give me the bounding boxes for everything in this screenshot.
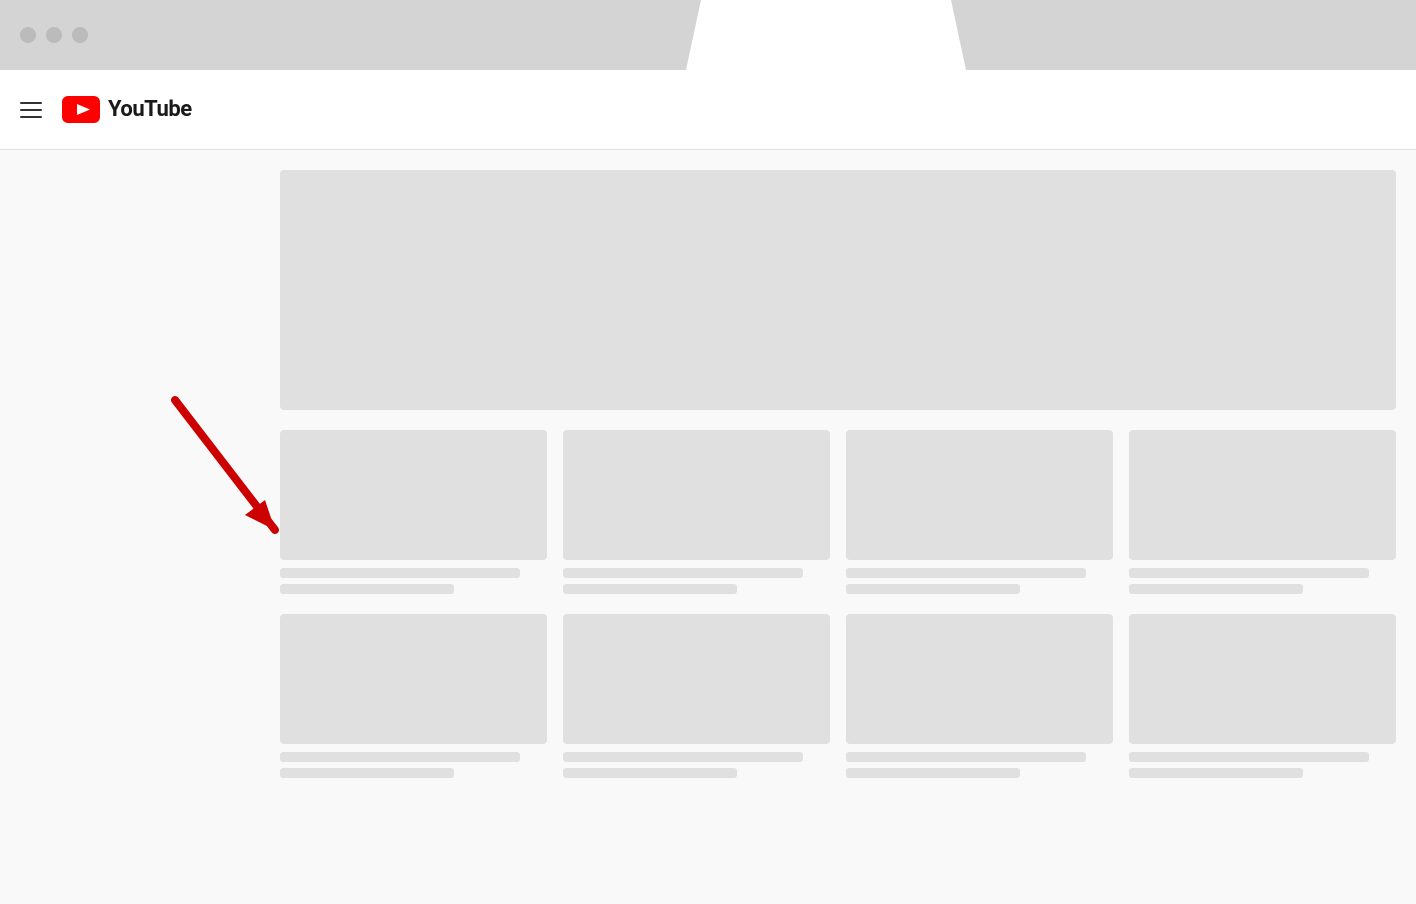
video-card[interactable] <box>1129 430 1396 594</box>
video-subtitle-placeholder <box>1129 768 1303 778</box>
hamburger-menu-button[interactable] <box>20 102 42 118</box>
hero-banner <box>280 170 1396 410</box>
video-meta <box>1129 752 1396 778</box>
video-thumbnail <box>563 614 830 744</box>
video-subtitle-placeholder <box>846 584 1020 594</box>
youtube-wordmark: YouTube <box>108 97 192 122</box>
page: YouTube <box>0 70 1416 904</box>
video-title-placeholder <box>846 752 1086 762</box>
video-grid-row-1 <box>280 430 1396 594</box>
video-title-placeholder <box>563 752 803 762</box>
video-subtitle-placeholder <box>563 768 737 778</box>
video-thumbnail <box>280 614 547 744</box>
video-subtitle-placeholder <box>280 768 454 778</box>
traffic-light-close[interactable] <box>20 27 36 43</box>
header: YouTube <box>0 70 1416 150</box>
video-meta <box>280 568 547 594</box>
video-card[interactable] <box>846 614 1113 778</box>
video-subtitle-placeholder <box>846 768 1020 778</box>
browser-tab[interactable] <box>686 0 966 70</box>
video-subtitle-placeholder <box>280 584 454 594</box>
video-title-placeholder <box>1129 752 1369 762</box>
video-subtitle-placeholder <box>1129 584 1303 594</box>
video-title-placeholder <box>280 568 520 578</box>
video-card[interactable] <box>563 614 830 778</box>
video-title-placeholder <box>1129 568 1369 578</box>
video-title-placeholder <box>280 752 520 762</box>
video-card[interactable] <box>280 614 547 778</box>
video-subtitle-placeholder <box>563 584 737 594</box>
video-thumbnail <box>280 430 547 560</box>
video-grid-row-2 <box>280 614 1396 778</box>
video-thumbnail <box>1129 430 1396 560</box>
video-meta <box>846 752 1113 778</box>
video-thumbnail <box>846 430 1113 560</box>
video-thumbnail <box>563 430 830 560</box>
video-thumbnail <box>1129 614 1396 744</box>
content-area <box>260 150 1416 904</box>
youtube-play-icon <box>62 96 100 123</box>
video-card[interactable] <box>1129 614 1396 778</box>
video-meta <box>846 568 1113 594</box>
video-meta <box>563 752 830 778</box>
video-meta <box>280 752 547 778</box>
video-card[interactable] <box>846 430 1113 594</box>
video-title-placeholder <box>563 568 803 578</box>
sidebar <box>0 150 260 904</box>
traffic-light-maximize[interactable] <box>72 27 88 43</box>
video-title-placeholder <box>846 568 1086 578</box>
video-thumbnail <box>846 614 1113 744</box>
browser-chrome <box>0 0 1416 70</box>
video-meta <box>1129 568 1396 594</box>
main-layout <box>0 150 1416 904</box>
video-meta <box>563 568 830 594</box>
youtube-logo[interactable]: YouTube <box>62 96 192 123</box>
video-card[interactable] <box>280 430 547 594</box>
video-card[interactable] <box>563 430 830 594</box>
traffic-light-minimize[interactable] <box>46 27 62 43</box>
